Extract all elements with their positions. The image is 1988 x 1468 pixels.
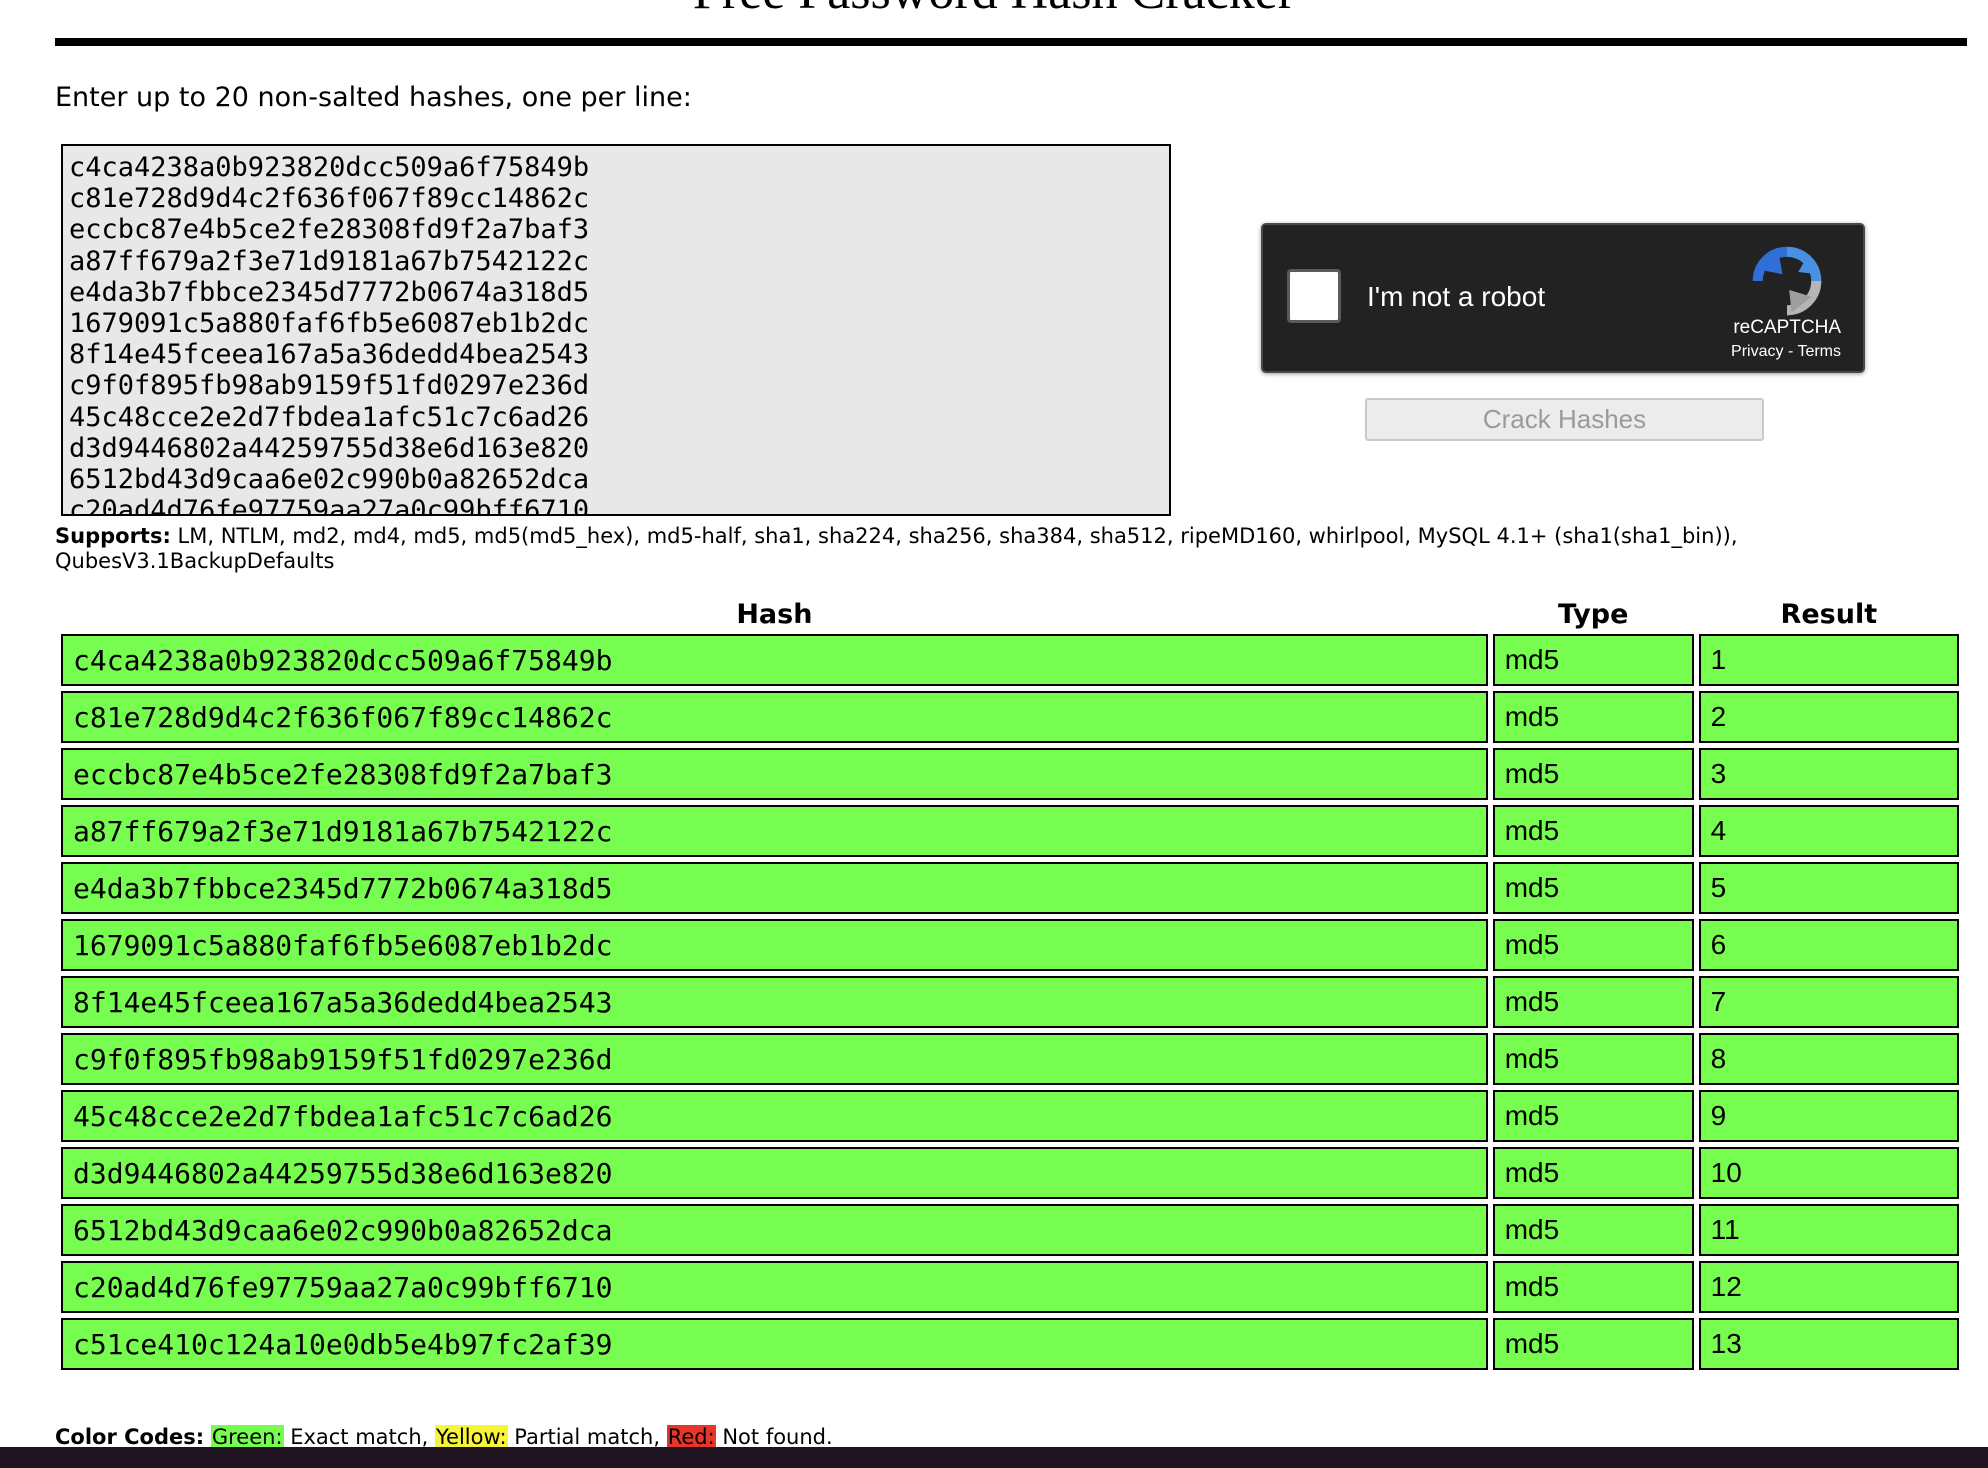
terms-link[interactable]: Terms <box>1797 343 1841 360</box>
result-cell: 2 <box>1698 691 1959 743</box>
result-cell: 12 <box>1698 1261 1959 1313</box>
recaptcha-brand: reCAPTCHA <box>1733 317 1841 338</box>
result-cell: 13 <box>1698 1318 1959 1370</box>
hash-cell: e4da3b7fbbce2345d7772b0674a318d5 <box>61 862 1488 914</box>
hash-cell: c51ce410c124a10e0db5e4b97fc2af39 <box>61 1318 1488 1370</box>
privacy-link[interactable]: Privacy <box>1731 343 1783 360</box>
type-cell: md5 <box>1492 634 1694 686</box>
hash-cell: d3d9446802a44259755d38e6d163e820 <box>61 1147 1488 1199</box>
table-row: a87ff679a2f3e71d9181a67b7542122c md5 4 <box>61 805 1959 857</box>
recaptcha-links: Privacy - Terms <box>1731 343 1841 361</box>
result-cell: 6 <box>1698 919 1959 971</box>
result-cell: 1 <box>1698 634 1959 686</box>
table-row: 6512bd43d9caa6e02c990b0a82652dca md5 11 <box>61 1204 1959 1256</box>
result-cell: 5 <box>1698 862 1959 914</box>
type-cell: md5 <box>1492 748 1694 800</box>
green-swatch: Green: <box>210 1425 284 1449</box>
hash-cell: eccbc87e4b5ce2fe28308fd9f2a7baf3 <box>61 748 1488 800</box>
type-cell: md5 <box>1492 1204 1694 1256</box>
hash-column-header: Hash <box>736 599 813 630</box>
captcha-label: I'm not a robot <box>1367 281 1546 312</box>
hash-cell: 8f14e45fceea167a5a36dedd4bea2543 <box>61 976 1488 1028</box>
type-cell: md5 <box>1492 862 1694 914</box>
type-cell: md5 <box>1492 691 1694 743</box>
type-cell: md5 <box>1492 919 1694 971</box>
type-cell: md5 <box>1492 976 1694 1028</box>
hash-cell: c9f0f895fb98ab9159f51fd0297e236d <box>61 1033 1488 1085</box>
hash-input[interactable]: c4ca4238a0b923820dcc509a6f75849b c81e728… <box>61 144 1171 516</box>
result-cell: 8 <box>1698 1033 1959 1085</box>
supported-algorithms: Supports: LM, NTLM, md2, md4, md5, md5(m… <box>55 524 1935 574</box>
type-cell: md5 <box>1492 1318 1694 1370</box>
hash-cell: 1679091c5a880faf6fb5e6087eb1b2dc <box>61 919 1488 971</box>
result-cell: 7 <box>1698 976 1959 1028</box>
result-column-header: Result <box>1780 599 1878 630</box>
table-row: 45c48cce2e2d7fbdea1afc51c7c6ad26 md5 9 <box>61 1090 1959 1142</box>
table-row: 8f14e45fceea167a5a36dedd4bea2543 md5 7 <box>61 976 1959 1028</box>
table-row: e4da3b7fbbce2345d7772b0674a318d5 md5 5 <box>61 862 1959 914</box>
bottom-bar <box>0 1447 1988 1468</box>
table-row: c51ce410c124a10e0db5e4b97fc2af39 md5 13 <box>61 1318 1959 1370</box>
results-table: Hash Type Result c4ca4238a0b923820dcc509… <box>56 596 1964 1375</box>
table-row: c4ca4238a0b923820dcc509a6f75849b md5 1 <box>61 634 1959 686</box>
result-cell: 4 <box>1698 805 1959 857</box>
yellow-swatch: Yellow: <box>434 1425 508 1449</box>
recaptcha-widget: I'm not a robot reCAPTCHA Privacy - Term… <box>1261 223 1865 373</box>
supports-label: Supports: <box>55 524 171 548</box>
table-row: 1679091c5a880faf6fb5e6087eb1b2dc md5 6 <box>61 919 1959 971</box>
result-cell: 3 <box>1698 748 1959 800</box>
type-cell: md5 <box>1492 805 1694 857</box>
hash-cell: a87ff679a2f3e71d9181a67b7542122c <box>61 805 1488 857</box>
table-row: c9f0f895fb98ab9159f51fd0297e236d md5 8 <box>61 1033 1959 1085</box>
supports-list: LM, NTLM, md2, md4, md5, md5(md5_hex), m… <box>55 524 1738 573</box>
color-codes-label: Color Codes: <box>55 1425 205 1449</box>
hash-cell: 6512bd43d9caa6e02c990b0a82652dca <box>61 1204 1488 1256</box>
table-row: d3d9446802a44259755d38e6d163e820 md5 10 <box>61 1147 1959 1199</box>
hash-cell: c4ca4238a0b923820dcc509a6f75849b <box>61 634 1488 686</box>
results-body: c4ca4238a0b923820dcc509a6f75849b md5 1 c81e… <box>61 634 1959 1370</box>
recaptcha-logo-icon <box>1752 246 1822 316</box>
yellow-description: Partial match, <box>507 1425 667 1449</box>
captcha-checkbox[interactable] <box>1287 269 1341 323</box>
table-row: c20ad4d76fe97759aa27a0c99bff6710 md5 12 <box>61 1261 1959 1313</box>
hash-cell: c81e728d9d4c2f636f067f89cc14862c <box>61 691 1488 743</box>
red-swatch: Red: <box>666 1425 716 1449</box>
hash-cell: c20ad4d76fe97759aa27a0c99bff6710 <box>61 1261 1488 1313</box>
crack-hashes-button[interactable]: Crack Hashes <box>1365 398 1764 441</box>
title-rule <box>55 38 1967 46</box>
table-row: c81e728d9d4c2f636f067f89cc14862c md5 2 <box>61 691 1959 743</box>
instructions-label: Enter up to 20 non-salted hashes, one pe… <box>55 82 692 113</box>
type-column-header: Type <box>1557 599 1629 630</box>
table-row: eccbc87e4b5ce2fe28308fd9f2a7baf3 md5 3 <box>61 748 1959 800</box>
green-description: Exact match, <box>283 1425 435 1449</box>
type-cell: md5 <box>1492 1261 1694 1313</box>
page-title: Free Password Hash Cracker <box>0 0 1988 22</box>
type-cell: md5 <box>1492 1147 1694 1199</box>
result-cell: 11 <box>1698 1204 1959 1256</box>
hash-cell: 45c48cce2e2d7fbdea1afc51c7c6ad26 <box>61 1090 1488 1142</box>
links-separator: - <box>1783 343 1798 360</box>
result-cell: 9 <box>1698 1090 1959 1142</box>
type-cell: md5 <box>1492 1090 1694 1142</box>
type-cell: md5 <box>1492 1033 1694 1085</box>
red-description: Not found. <box>715 1425 833 1449</box>
result-cell: 10 <box>1698 1147 1959 1199</box>
